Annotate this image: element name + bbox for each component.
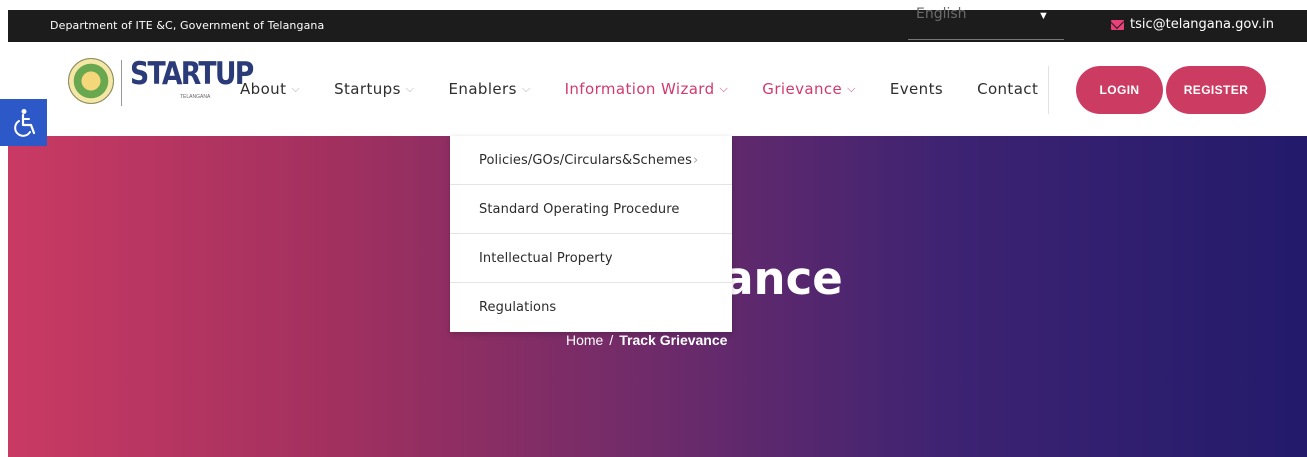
nav-item-contact[interactable]: Contact — [977, 80, 1038, 98]
information-wizard-dropdown: Policies/GOs/Circulars&Schemes › Standard… — [450, 136, 732, 332]
nav-label: Grievance — [762, 80, 843, 98]
dropdown-item-label: Standard Operating Procedure — [479, 201, 680, 217]
breadcrumb-separator: / — [609, 332, 614, 348]
accessibility-button[interactable] — [0, 99, 47, 146]
register-button[interactable]: REGISTER — [1166, 66, 1266, 114]
nav-item-startups[interactable]: Startups ⌵ — [334, 80, 414, 98]
nav-label: About — [240, 80, 287, 98]
department-text: Department of ITE &C, Government of Tela… — [50, 19, 325, 32]
nav-item-events[interactable]: Events — [890, 80, 943, 98]
startup-logo-subtext: TELANGANA — [180, 94, 211, 100]
wheelchair-icon — [13, 108, 35, 137]
nav-label: Contact — [977, 80, 1039, 98]
nav-item-grievance[interactable]: Grievance ⌵ — [762, 80, 856, 98]
page-title-visible: ance — [723, 252, 843, 305]
dropdown-item-intellectual-property[interactable]: Intellectual Property — [450, 234, 732, 283]
breadcrumb: Home / Track Grievance — [566, 332, 727, 348]
chevron-down-icon: ⌵ — [291, 82, 301, 95]
logo-divider — [121, 60, 122, 106]
nav-label: Startups — [334, 80, 401, 98]
email-text: tsic@telangana.gov.in — [1130, 17, 1274, 32]
nav-divider — [1048, 66, 1049, 114]
telangana-emblem-logo[interactable] — [68, 58, 114, 104]
nav-label: Events — [889, 80, 944, 98]
dropdown-item-label: Intellectual Property — [479, 250, 613, 266]
chevron-down-icon: ⌵ — [521, 82, 531, 95]
chevron-down-icon: ⌵ — [405, 82, 415, 95]
nav-item-about[interactable]: About ⌵ — [240, 80, 300, 98]
nav-item-enablers[interactable]: Enablers ⌵ — [449, 80, 531, 98]
chevron-down-icon: ⌵ — [847, 82, 856, 95]
dropdown-item-label: Regulations — [479, 300, 557, 315]
nav-label: Enablers — [448, 80, 517, 98]
chevron-right-icon: › — [692, 152, 699, 168]
login-button[interactable]: LOGIN — [1076, 66, 1163, 114]
dropdown-item-label: Policies/GOs/Circulars&Schemes — [479, 152, 692, 168]
nav-item-information-wizard[interactable]: Information Wizard ⌵ — [565, 80, 729, 98]
site-header: STARTUP TELANGANA About ⌵ Startups ⌵ Enabl… — [8, 42, 1307, 136]
startup-logo[interactable]: STARTUP — [130, 56, 254, 92]
main-nav: About ⌵ Startups ⌵ Enablers ⌵ Information W… — [240, 80, 1072, 98]
language-select[interactable]: English ▼ — [908, 6, 1064, 40]
dropdown-item-policies[interactable]: Policies/GOs/Circulars&Schemes › — [450, 136, 732, 185]
envelope-icon — [1111, 19, 1124, 30]
dropdown-item-sop[interactable]: Standard Operating Procedure — [450, 185, 732, 234]
caret-down-icon: ▼ — [1038, 10, 1049, 22]
top-bar: Department of ITE &C, Government of Tela… — [8, 6, 1307, 42]
email-link[interactable]: tsic@telangana.gov.in — [1111, 17, 1274, 32]
chevron-down-icon: ⌵ — [719, 82, 729, 95]
breadcrumb-current: Track Grievance — [619, 332, 728, 348]
nav-label: Information Wizard — [564, 80, 715, 98]
breadcrumb-home[interactable]: Home — [566, 332, 603, 348]
dropdown-item-regulations[interactable]: Regulations — [450, 283, 732, 332]
language-selected: English — [916, 6, 967, 22]
